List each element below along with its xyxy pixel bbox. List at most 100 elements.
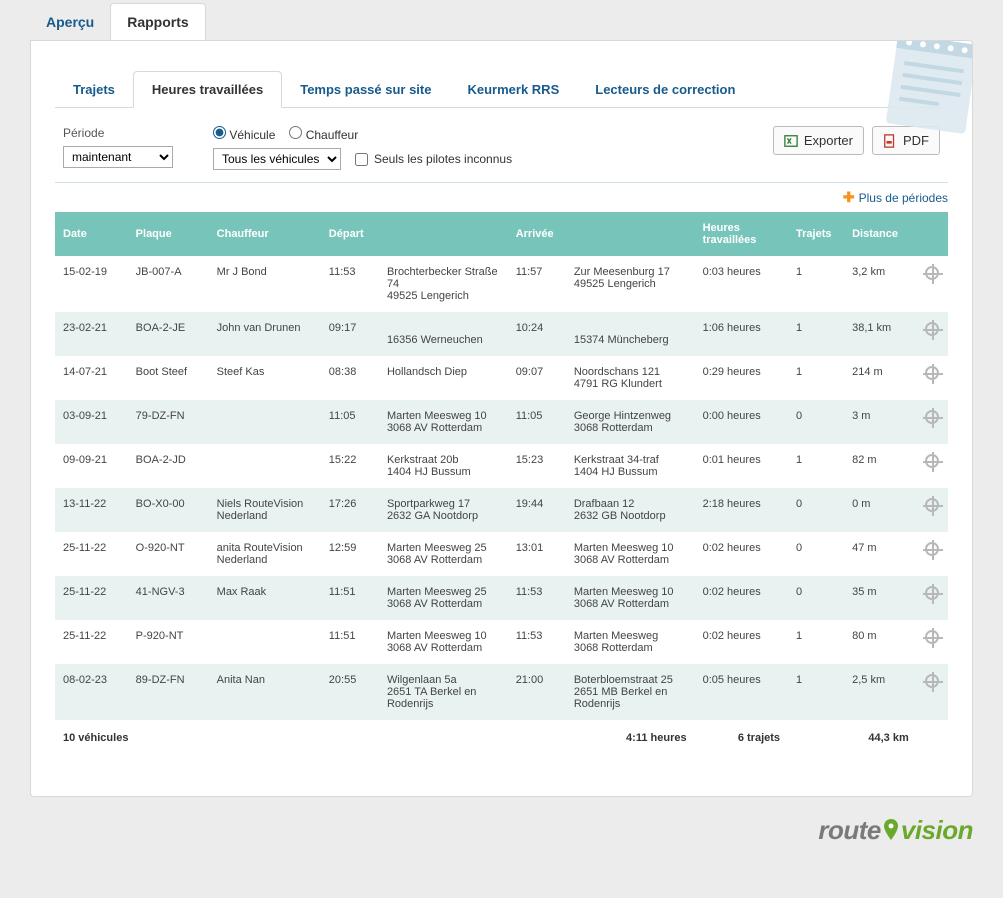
target-icon[interactable] [925, 366, 939, 380]
cell: 38,1 km [844, 312, 917, 356]
cell: 0:00 heures [695, 400, 788, 444]
cell: 89-DZ-FN [128, 664, 209, 720]
cell: 03-09-21 [55, 400, 128, 444]
cell: Max Raak [209, 576, 321, 620]
target-icon[interactable] [925, 322, 939, 336]
cell: 08:38 [321, 356, 379, 400]
cell: Marten Meesweg 3068 Rotterdam [566, 620, 695, 664]
cell: BOA-2-JD [128, 444, 209, 488]
cell: 11:53 [321, 256, 379, 312]
cell: 1 [788, 356, 844, 400]
target-icon[interactable] [925, 542, 939, 556]
target-icon[interactable] [925, 266, 939, 280]
period-label: Période [63, 126, 173, 140]
cell: 15:22 [321, 444, 379, 488]
cell: 1:06 heures [695, 312, 788, 356]
notepad-decoration [872, 40, 973, 144]
cell: Marten Meesweg 10 3068 AV Rotterdam [379, 400, 508, 444]
total-trips: 6 trajets [695, 720, 788, 756]
th-date[interactable]: Date [55, 212, 128, 256]
unknown-only-label: Seuls les pilotes inconnus [374, 152, 512, 166]
cell: 25-11-22 [55, 620, 128, 664]
target-icon[interactable] [925, 498, 939, 512]
cell: 15:23 [508, 444, 566, 488]
tab-reports[interactable]: Rapports [110, 3, 205, 40]
th-dist[interactable]: Distance [844, 212, 917, 256]
cell: P-920-NT [128, 620, 209, 664]
cell: 17:26 [321, 488, 379, 532]
cell: Drafbaan 12 2632 GB Nootdorp [566, 488, 695, 532]
cell: 13:01 [508, 532, 566, 576]
cell: Marten Meesweg 10 3068 AV Rotterdam [379, 620, 508, 664]
cell: Marten Meesweg 25 3068 AV Rotterdam [379, 576, 508, 620]
tab-overview[interactable]: Aperçu [30, 4, 110, 40]
table-row: 13-11-22BO-X0-00Niels RouteVision Nederl… [55, 488, 948, 532]
cell: 0 [788, 488, 844, 532]
cell: 0:05 heures [695, 664, 788, 720]
period-select[interactable]: maintenant [63, 146, 173, 168]
cell: Anita Nan [209, 664, 321, 720]
cell: 0:02 heures [695, 620, 788, 664]
subtab-lecteurs[interactable]: Lecteurs de correction [577, 72, 753, 107]
export-button[interactable]: Exporter [773, 126, 864, 155]
subtab-keurmerk[interactable]: Keurmerk RRS [449, 72, 577, 107]
target-icon[interactable] [925, 454, 939, 468]
cell: 11:53 [508, 576, 566, 620]
brand-vision: vision [901, 815, 973, 846]
cell: 19:44 [508, 488, 566, 532]
unknown-only-checkbox[interactable] [355, 153, 368, 166]
cell: 214 m [844, 356, 917, 400]
th-driver[interactable]: Chauffeur [209, 212, 321, 256]
cell: 0:01 heures [695, 444, 788, 488]
total-hours: 4:11 heures [508, 720, 695, 756]
table-row: 25-11-22O-920-NTanita RouteVision Nederl… [55, 532, 948, 576]
th-dep[interactable]: Départ [321, 212, 508, 256]
target-icon[interactable] [925, 410, 939, 424]
subtab-temps[interactable]: Temps passé sur site [282, 72, 449, 107]
cell: 15-02-19 [55, 256, 128, 312]
cell: 2:18 heures [695, 488, 788, 532]
vehicle-select[interactable]: Tous les véhicules [213, 148, 341, 170]
cell: 13-11-22 [55, 488, 128, 532]
radio-driver-label: Chauffeur [306, 128, 358, 142]
th-plate[interactable]: Plaque [128, 212, 209, 256]
plus-icon: ✚ [843, 189, 855, 206]
target-icon[interactable] [925, 674, 939, 688]
cell [209, 400, 321, 444]
cell: John van Drunen [209, 312, 321, 356]
cell [209, 444, 321, 488]
subtab-trajets[interactable]: Trajets [55, 72, 133, 107]
target-icon[interactable] [925, 630, 939, 644]
table-row: 15-02-19JB-007-AMr J Bond11:53Brochterbe… [55, 256, 948, 312]
more-periods-link[interactable]: Plus de périodes [859, 191, 948, 205]
cell: Kerkstraat 20b 1404 HJ Bussum [379, 444, 508, 488]
radio-vehicle[interactable] [213, 126, 226, 139]
cell: 0 [788, 532, 844, 576]
table-row: 14-07-21Boot SteefSteef Kas08:38Hollands… [55, 356, 948, 400]
cell: Marten Meesweg 25 3068 AV Rotterdam [379, 532, 508, 576]
brand-footer: route vision [30, 797, 973, 860]
cell: 09-09-21 [55, 444, 128, 488]
th-trips[interactable]: Trajets [788, 212, 844, 256]
target-icon[interactable] [925, 586, 939, 600]
cell: 1 [788, 312, 844, 356]
cell: 11:53 [508, 620, 566, 664]
cell: 09:07 [508, 356, 566, 400]
cell: Brochterbecker Straße 74 49525 Lengerich [379, 256, 508, 312]
cell: 79-DZ-FN [128, 400, 209, 444]
cell: 47 m [844, 532, 917, 576]
th-hours[interactable]: Heures travaillées [695, 212, 788, 256]
subtab-heures[interactable]: Heures travaillées [133, 71, 282, 108]
cell: Wilgenlaan 5a 2651 TA Berkel en Rodenrij… [379, 664, 508, 720]
radio-driver[interactable] [289, 126, 302, 139]
table-row: 03-09-2179-DZ-FN11:05Marten Meesweg 10 3… [55, 400, 948, 444]
cell: 1 [788, 620, 844, 664]
cell: JB-007-A [128, 256, 209, 312]
cell: Mr J Bond [209, 256, 321, 312]
cell: 1 [788, 256, 844, 312]
cell: 21:00 [508, 664, 566, 720]
cell: 0:29 heures [695, 356, 788, 400]
cell: 09:17 [321, 312, 379, 356]
cell: 15374 Müncheberg [566, 312, 695, 356]
th-arr[interactable]: Arrivée [508, 212, 695, 256]
